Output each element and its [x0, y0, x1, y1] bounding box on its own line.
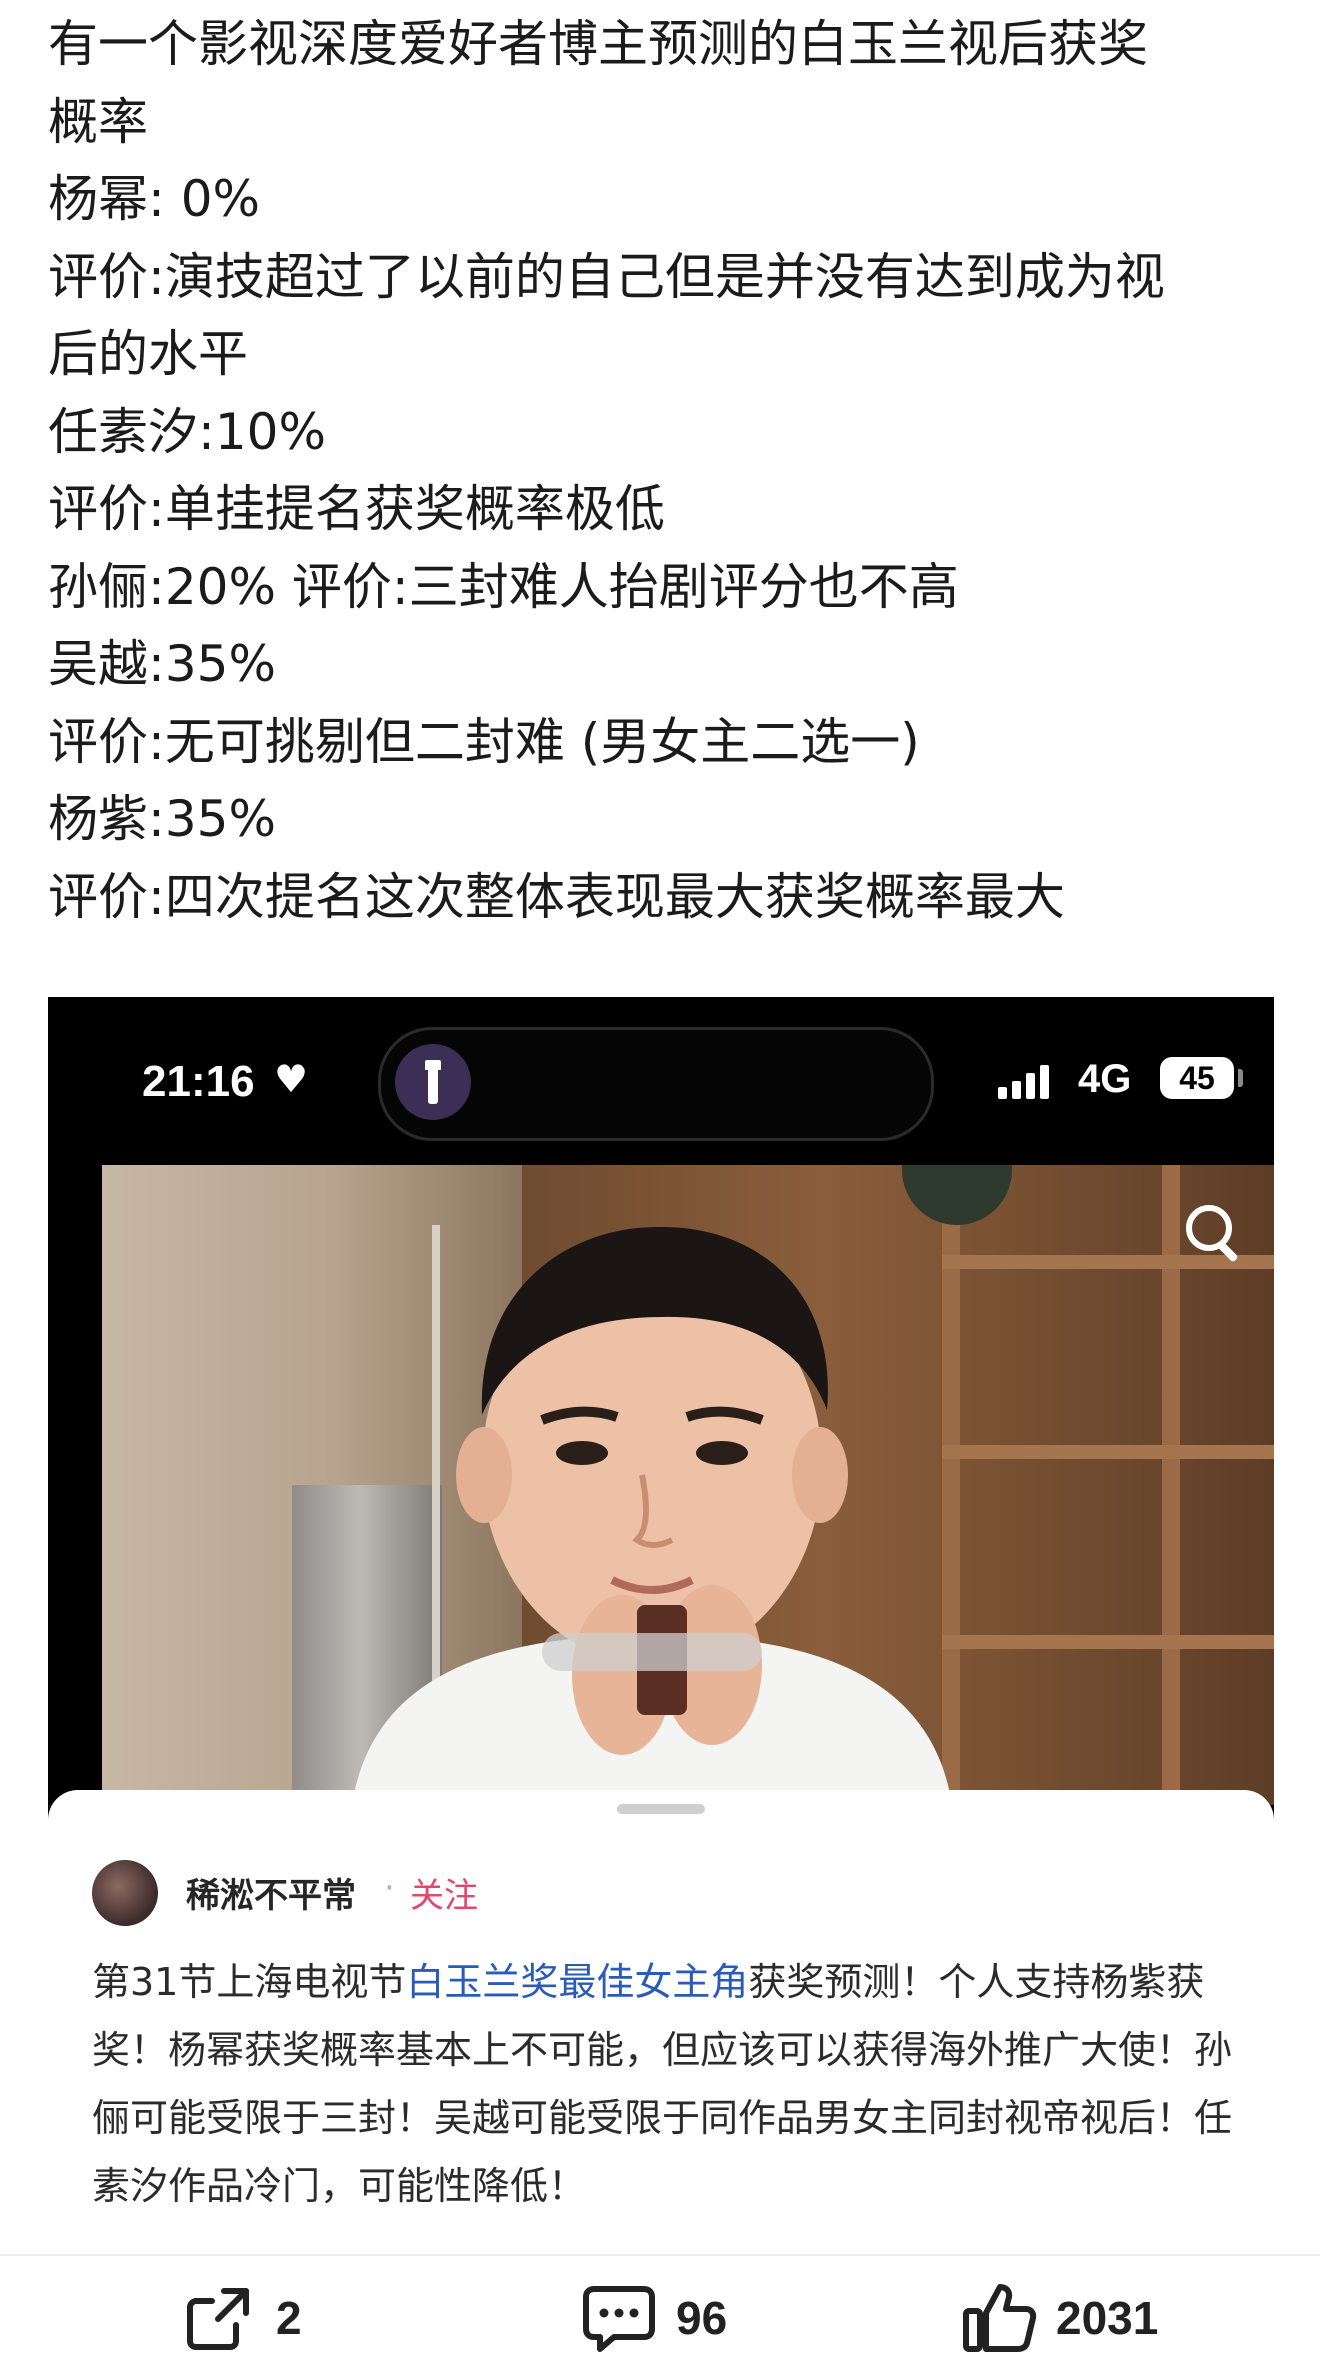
- topic-link[interactable]: 白玉兰奖最佳女主角: [406, 1960, 748, 2004]
- author-name[interactable]: 稀淞不平常: [186, 1868, 356, 1917]
- post-text: 有一个影视深度爱好者博主预测的白玉兰视后获奖 概率 杨幂: 0% 评价:演技超过…: [48, 6, 1278, 936]
- search-icon[interactable]: [1182, 1201, 1242, 1261]
- prediction-yang-mi: 杨幂: 0%: [48, 170, 261, 228]
- prediction-wu-yue: 吴越:35%: [48, 635, 276, 693]
- embedded-screenshot[interactable]: 21:16 ♥ 4G 45 稀淞不平常 · 关注 第31节上海电视节白玉兰奖最佳…: [48, 997, 1274, 2247]
- like-count: 2031: [1056, 2292, 1159, 2344]
- separator-dot: ·: [384, 1868, 395, 1908]
- like-button[interactable]: 2031: [960, 2278, 1158, 2358]
- follow-button[interactable]: 关注: [410, 1868, 478, 1917]
- sheet-grabber[interactable]: [617, 1804, 705, 1814]
- prediction-sun-li: 孙俪:20% 评价:三封难人抬剧评分也不高: [48, 557, 959, 616]
- signal-icon: [998, 1063, 1068, 1099]
- prediction-ren-suxi: 任素汐:10%: [48, 402, 326, 461]
- video-frame[interactable]: [102, 1165, 1274, 1805]
- status-time: 21:16: [142, 1057, 255, 1106]
- comment-yang-mi-line-2: 后的水平: [48, 325, 248, 383]
- comment-icon: [583, 2286, 655, 2352]
- battery-tip: [1238, 1069, 1243, 1087]
- post-title-line-2: 概率: [48, 92, 148, 151]
- post-detail-sheet: 稀淞不平常 · 关注 第31节上海电视节白玉兰奖最佳女主角获奖预测！个人支持杨紫…: [48, 1790, 1274, 2247]
- flashlight-icon: [395, 1044, 471, 1120]
- comment-count: 96: [676, 2292, 728, 2344]
- avatar[interactable]: [92, 1860, 158, 1926]
- comment-yang-mi-line-1: 评价:演技超过了以前的自己但是并没有达到成为视: [48, 247, 1165, 306]
- prediction-yang-zi: 杨紫:35%: [48, 790, 276, 848]
- comment-ren-suxi: 评价:单挂提名获奖概率极低: [48, 480, 665, 538]
- share-button[interactable]: 2: [180, 2278, 302, 2358]
- caption-start: 第31节上海电视节: [92, 1960, 407, 2004]
- post-title-line-1: 有一个影视深度爱好者博主预测的白玉兰视后获奖: [48, 15, 1148, 73]
- comment-yang-zi: 评价:四次提名这次整体表现最大获奖概率最大: [48, 867, 1065, 926]
- phone-status-bar: 21:16 ♥ 4G 45: [48, 997, 1274, 1162]
- network-type: 4G: [1078, 1057, 1132, 1101]
- comment-wu-yue: 评价:无可挑剔但二封难 (男女主二选一): [48, 712, 920, 771]
- heart-icon: ♥: [274, 1057, 309, 1101]
- battery-icon: 45: [1160, 1057, 1234, 1099]
- share-icon: [187, 2288, 249, 2350]
- thumbs-up-icon: [963, 2284, 1037, 2352]
- dynamic-island: [378, 1027, 934, 1141]
- comment-button[interactable]: 96: [580, 2278, 727, 2358]
- post-caption: 第31节上海电视节白玉兰奖最佳女主角获奖预测！个人支持杨紫获奖！杨幂获奖概率基本…: [92, 1948, 1232, 2220]
- action-bar: 2 96 2031: [0, 2254, 1320, 2368]
- share-count: 2: [276, 2292, 302, 2344]
- person-figure: [352, 1226, 952, 1805]
